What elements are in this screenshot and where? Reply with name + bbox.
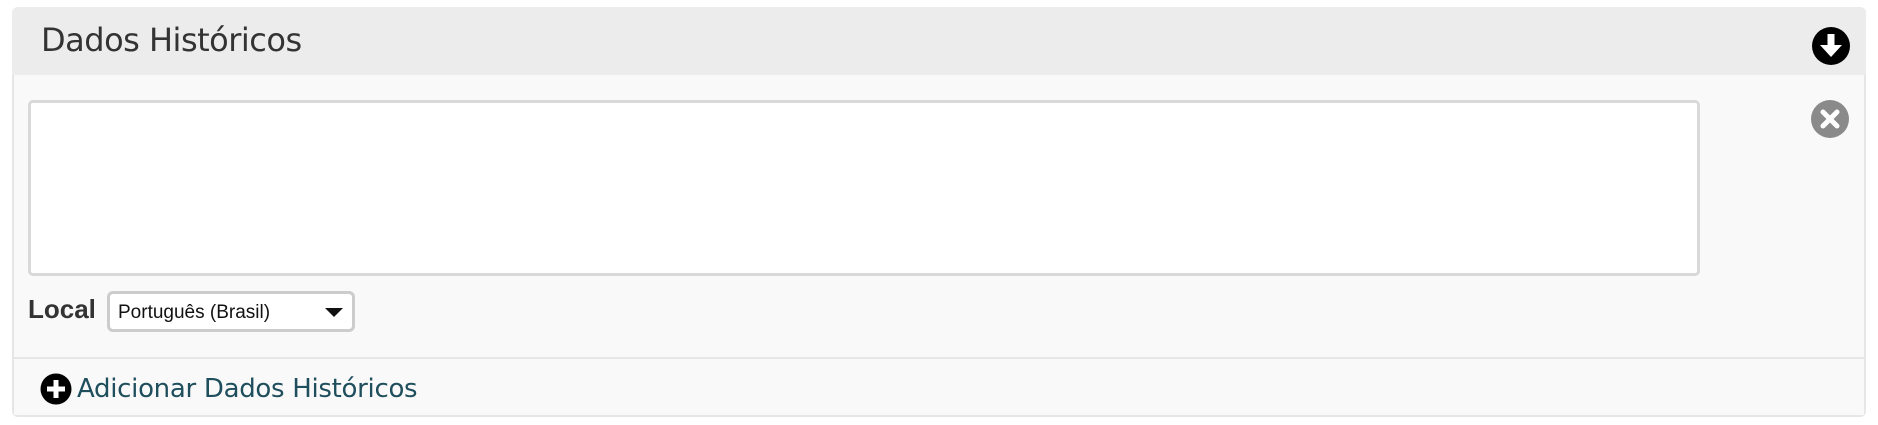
entry-row: Local Português (Brasil) (14, 75, 1864, 357)
locale-select-value: Português (Brasil) (118, 302, 271, 323)
historical-data-textarea[interactable] (28, 100, 1700, 276)
locale-select[interactable]: Português (Brasil) (107, 291, 355, 332)
close-circle-icon (1811, 100, 1849, 138)
panel-footer: Adicionar Dados Históricos (14, 359, 1864, 415)
remove-entry-button[interactable] (1810, 99, 1850, 139)
add-historical-data-label: Adicionar Dados Históricos (77, 374, 418, 404)
add-historical-data-button[interactable]: Adicionar Dados Históricos (40, 371, 418, 407)
locale-label: Local (28, 294, 96, 324)
arrow-down-circle-icon (1812, 27, 1850, 65)
collapse-button[interactable] (1811, 26, 1851, 66)
panel-title: Dados Históricos (41, 21, 302, 59)
panel-header: Dados Históricos (12, 7, 1866, 75)
historical-data-panel: Dados Históricos Local Português (Brasil… (12, 7, 1866, 417)
plus-circle-icon (40, 373, 72, 405)
chevron-down-icon (325, 308, 343, 317)
